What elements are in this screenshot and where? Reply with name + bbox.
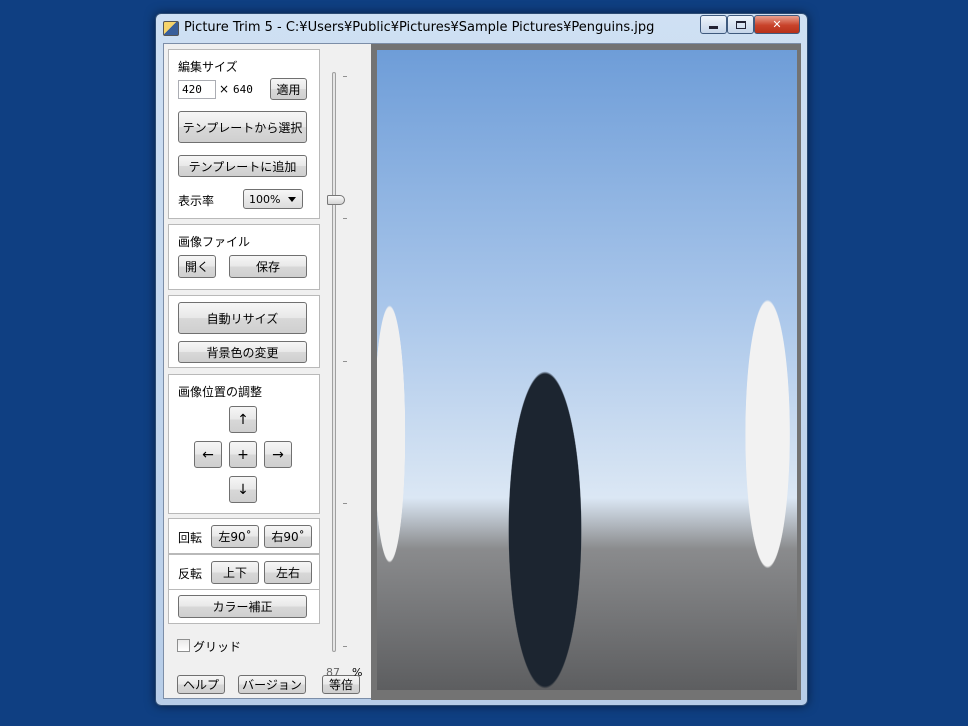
position-group: 画像位置の調整 ↑ ← + → ↓ <box>168 374 320 514</box>
flip-horizontal-button[interactable]: 左右 <box>264 561 312 584</box>
slider-tick <box>343 218 347 219</box>
minimize-button[interactable] <box>700 15 727 34</box>
help-button[interactable]: ヘルプ <box>177 675 225 694</box>
version-button[interactable]: バージョン <box>238 675 306 694</box>
add-template-button[interactable]: テンプレートに追加 <box>178 155 307 177</box>
bg-color-button[interactable]: 背景色の変更 <box>178 341 307 363</box>
open-button[interactable]: 開く <box>178 255 216 278</box>
chevron-down-icon <box>288 197 296 202</box>
color-group: カラー補正 <box>168 590 320 624</box>
move-right-button[interactable]: → <box>264 441 292 468</box>
zoom-select[interactable]: 100% <box>243 189 303 209</box>
select-template-button[interactable]: テンプレートから選択 <box>178 111 307 143</box>
apply-button[interactable]: 適用 <box>270 78 307 100</box>
minimize-icon <box>709 26 718 29</box>
auto-resize-button[interactable]: 自動リサイズ <box>178 302 307 334</box>
edit-size-group: 編集サイズ 420 × 640 適用 テンプレートから選択 テンプレートに追加 … <box>168 49 320 219</box>
grid-checkbox[interactable] <box>177 639 190 652</box>
close-button[interactable]: ✕ <box>754 15 800 34</box>
penguins-photo[interactable] <box>377 50 797 690</box>
slider-unit: % <box>352 666 363 679</box>
move-down-button[interactable]: ↓ <box>229 476 257 503</box>
edit-size-heading: 編集サイズ <box>178 60 238 74</box>
rotate-label: 回転 <box>178 531 203 545</box>
maximize-button[interactable] <box>727 15 754 34</box>
flip-vertical-button[interactable]: 上下 <box>211 561 259 584</box>
width-input[interactable]: 420 <box>178 80 216 99</box>
app-window: Picture Trim 5 - C:¥Users¥Public¥Picture… <box>155 13 808 706</box>
window-title: Picture Trim 5 - C:¥Users¥Public¥Picture… <box>184 20 655 35</box>
slider-tick <box>343 503 347 504</box>
app-icon <box>163 21 179 36</box>
position-heading: 画像位置の調整 <box>178 385 263 399</box>
move-up-button[interactable]: ↑ <box>229 406 257 433</box>
slider-tick <box>343 361 347 362</box>
move-left-button[interactable]: ← <box>194 441 222 468</box>
actions-group: 自動リサイズ 背景色の変更 <box>168 295 320 368</box>
save-button[interactable]: 保存 <box>229 255 307 278</box>
zoom-slider-track[interactable] <box>332 72 336 652</box>
color-correct-button[interactable]: カラー補正 <box>178 595 307 618</box>
rotate-right-button[interactable]: 右90˚ <box>264 525 312 548</box>
image-file-heading: 画像ファイル <box>178 235 251 249</box>
flip-group: 反転 上下 左右 <box>168 554 320 590</box>
times-sign: × <box>219 82 230 96</box>
slider-tick <box>343 76 347 77</box>
zoom-select-value: 100% <box>249 192 281 206</box>
title-bar[interactable]: Picture Trim 5 - C:¥Users¥Public¥Picture… <box>156 14 807 42</box>
image-canvas[interactable] <box>371 44 801 700</box>
client-area: 編集サイズ 420 × 640 適用 テンプレートから選択 テンプレートに追加 … <box>163 43 801 700</box>
flip-label: 反転 <box>178 567 203 581</box>
center-button[interactable]: + <box>229 441 257 468</box>
zoom-slider-thumb[interactable] <box>327 195 345 205</box>
height-value: 640 <box>233 83 253 96</box>
rotate-group: 回転 左90˚ 右90˚ <box>168 518 320 554</box>
grid-label: グリッド <box>193 640 242 654</box>
slider-value: 87 <box>326 666 340 679</box>
rotate-left-button[interactable]: 左90˚ <box>211 525 259 548</box>
zoom-label: 表示率 <box>178 194 215 208</box>
maximize-icon <box>735 20 746 29</box>
image-file-group: 画像ファイル 開く 保存 <box>168 224 320 290</box>
slider-tick <box>343 646 347 647</box>
close-icon: ✕ <box>772 18 782 31</box>
